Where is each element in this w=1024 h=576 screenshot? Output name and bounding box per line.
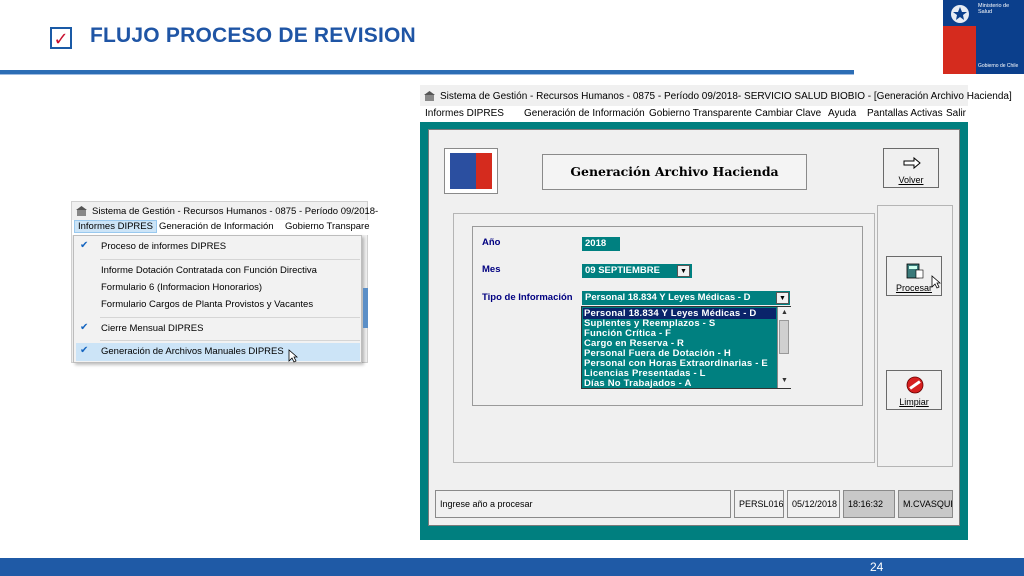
menu-salir[interactable]: Salir <box>946 108 966 119</box>
menu-gobierno-transparente[interactable]: Gobierno Transparente <box>649 108 752 119</box>
menu-item-proceso-informes[interactable]: Proceso de informes DIPRES <box>101 241 226 252</box>
app-icon <box>76 206 87 216</box>
calculator-icon <box>906 263 924 279</box>
limpiar-label: Limpiar <box>899 397 929 407</box>
menu-item-formulario-cargos[interactable]: Formulario Cargos de Planta Provistos y … <box>101 299 313 310</box>
cursor-icon <box>931 275 941 289</box>
status-program: PERSL016 <box>734 490 784 518</box>
background-strip <box>363 288 368 328</box>
volver-label: Volver <box>898 175 924 185</box>
menu-pantallas-activas[interactable]: Pantallas Activas <box>867 108 943 119</box>
menu-screenshot: Sistema de Gestión - Recursos Humanos - … <box>71 201 378 363</box>
dropdown-menu: ✔ Proceso de informes DIPRES Informe Dot… <box>73 235 362 363</box>
mes-select[interactable]: 09 SEPTIEMBRE <box>582 264 692 278</box>
check-icon: ✔ <box>80 345 89 356</box>
anio-field[interactable]: 2018 <box>582 237 620 251</box>
menu-ayuda[interactable]: Ayuda <box>828 108 856 119</box>
gov-logo-red-band <box>943 26 976 74</box>
menubar: Informes DIPRES Generación de Informació… <box>420 106 968 122</box>
list-scrollbar[interactable]: ▲ ▼ <box>777 307 791 388</box>
check-icon: ✓ <box>50 27 72 50</box>
anio-label: Año <box>482 237 501 248</box>
menu-item-cierre-mensual[interactable]: Cierre Mensual DIPRES <box>101 323 203 334</box>
app-icon <box>424 91 435 101</box>
tipo-value: Personal 18.834 Y Leyes Médicas - D <box>585 292 751 303</box>
scrollbar-thumb[interactable] <box>779 320 789 354</box>
menu-item-informe-dotacion[interactable]: Informe Dotación Contratada con Función … <box>101 265 317 276</box>
gov-logo-ministry: Ministerio de Salud <box>978 3 1010 15</box>
status-time: 18:16:32 <box>843 490 895 518</box>
cursor-icon <box>288 349 298 363</box>
chevron-down-icon[interactable]: ▼ <box>776 292 789 304</box>
menubar: Informes DIPRES Generación de Informació… <box>72 220 370 235</box>
volver-button[interactable]: Volver <box>883 148 939 188</box>
no-entry-icon <box>906 376 924 394</box>
status-message: Ingrese año a procesar <box>435 490 731 518</box>
form-heading: Generación Archivo Hacienda <box>542 154 807 190</box>
check-icon: ✔ <box>80 240 89 251</box>
pointing-hand-icon <box>903 156 921 170</box>
status-user: M.CVASQUE <box>898 490 953 518</box>
page-number: 24 <box>870 560 884 574</box>
menu-separator <box>100 340 360 341</box>
menu-item-formulario-6[interactable]: Formulario 6 (Informacion Honorarios) <box>101 282 262 293</box>
limpiar-button[interactable]: Limpiar <box>886 370 942 410</box>
window-title: Sistema de Gestión - Recursos Humanos - … <box>440 91 1012 102</box>
side-panel <box>877 205 953 467</box>
tipo-label: Tipo de Información <box>482 292 573 303</box>
menu-gobierno-transparente[interactable]: Gobierno Transpare <box>282 221 373 232</box>
menu-separator <box>100 317 360 318</box>
menu-generacion-informacion[interactable]: Generación de Información <box>156 221 277 232</box>
menu-informes-dipres[interactable]: Informes DIPRES <box>425 108 504 119</box>
menu-generacion-informacion[interactable]: Generación de Información <box>524 108 645 119</box>
mes-value: 09 SEPTIEMBRE <box>585 265 660 276</box>
logo-red <box>476 153 492 189</box>
status-date: 05/12/2018 <box>787 490 840 518</box>
window-title: Sistema de Gestión - Recursos Humanos - … <box>92 206 379 217</box>
tipo-options-list: Personal 18.834 Y Leyes Médicas - D Supl… <box>581 306 791 389</box>
logo-blue <box>450 153 476 189</box>
menu-informes-dipres[interactable]: Informes DIPRES <box>74 220 157 233</box>
scroll-up-icon[interactable]: ▲ <box>779 307 790 318</box>
menu-cambiar-clave[interactable]: Cambiar Clave <box>755 108 821 119</box>
slide-title: FLUJO PROCESO DE REVISION <box>90 24 416 47</box>
app-window: Sistema de Gestión - Recursos Humanos - … <box>420 85 1012 540</box>
chevron-down-icon[interactable]: ▼ <box>677 265 690 277</box>
tipo-select[interactable]: Personal 18.834 Y Leyes Médicas - D <box>582 291 790 305</box>
coat-of-arms-icon <box>951 5 969 23</box>
list-item[interactable]: Días No Trabajados - A <box>584 378 692 389</box>
scroll-down-icon[interactable]: ▼ <box>779 375 790 386</box>
title-divider-thin <box>0 74 854 75</box>
procesar-button[interactable]: Procesar <box>886 256 942 296</box>
menu-separator <box>100 259 360 260</box>
ministry-logo <box>444 148 498 194</box>
mes-label: Mes <box>482 264 501 275</box>
check-icon: ✔ <box>80 322 89 333</box>
menu-item-generacion-archivos[interactable]: Generación de Archivos Manuales DIPRES <box>101 346 284 357</box>
gov-logo-footer: Gobierno de Chile <box>978 63 1019 69</box>
